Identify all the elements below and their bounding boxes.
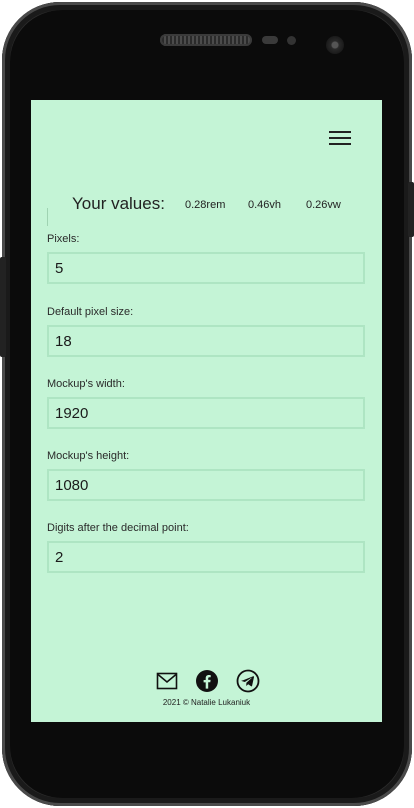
phone-sensor [262, 36, 278, 44]
mockup-width-label: Mockup's width: [47, 378, 125, 390]
phone-sensor-dot [287, 36, 296, 45]
menu-line [329, 131, 351, 133]
field-pixels: Pixels: 5 [47, 233, 365, 284]
default-pixel-size-label: Default pixel size: [47, 306, 134, 318]
values-summary: Your values: 0.28rem 0.46vh 0.26vw [47, 190, 367, 226]
values-title: Your values: [72, 194, 165, 213]
facebook-icon[interactable] [195, 669, 219, 693]
app-screen: Your values: 0.28rem 0.46vh 0.26vw Pixel… [31, 100, 382, 722]
front-camera [326, 36, 344, 54]
copyright-text: 2021 © Natalie Lukaniuk [162, 698, 251, 707]
field-mockup-width: Mockup's width: 1920 [47, 378, 365, 429]
digits-input[interactable]: 2 [47, 541, 365, 573]
phone-volume-button [0, 257, 6, 357]
value-vh: 0.46vh [248, 199, 282, 211]
field-default-pixel-size: Default pixel size: 18 [47, 306, 365, 357]
field-digits: Digits after the decimal point: 2 [47, 522, 365, 573]
hamburger-menu-icon[interactable] [329, 130, 351, 147]
pixels-label: Pixels: [47, 233, 80, 245]
digits-label: Digits after the decimal point: [47, 522, 189, 534]
mockup-height-input[interactable]: 1080 [47, 469, 365, 501]
telegram-icon[interactable] [236, 669, 260, 693]
values-divider [47, 208, 48, 226]
mockup-width-input[interactable]: 1920 [47, 397, 365, 429]
field-mockup-height: Mockup's height: 1080 [47, 450, 365, 501]
default-pixel-size-input[interactable]: 18 [47, 325, 365, 357]
mail-icon[interactable] [155, 669, 179, 693]
mockup-height-label: Mockup's height: [47, 450, 130, 462]
menu-line [329, 143, 351, 145]
value-vw: 0.26vw [306, 199, 341, 211]
phone-speaker [160, 34, 252, 46]
menu-line [329, 137, 351, 139]
phone-power-button [408, 182, 414, 237]
pixels-input[interactable]: 5 [47, 252, 365, 284]
social-links [155, 669, 260, 693]
value-rem: 0.28rem [185, 199, 226, 211]
